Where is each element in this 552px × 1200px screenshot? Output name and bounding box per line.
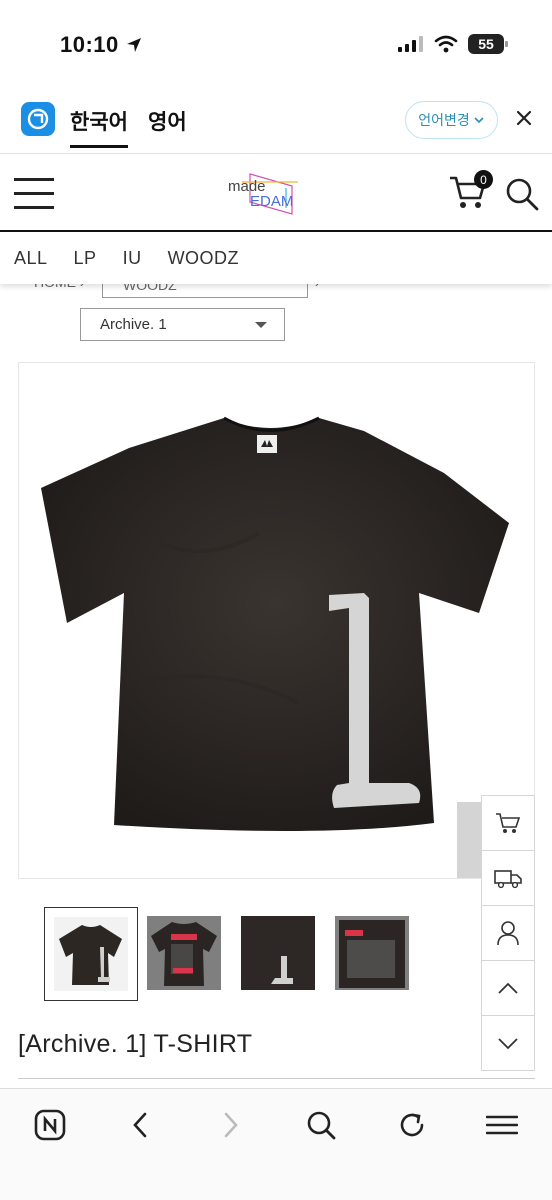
- thumbnail-4[interactable]: [326, 907, 420, 1001]
- battery-level: 55: [478, 36, 494, 52]
- change-language-button[interactable]: 언어변경: [405, 101, 498, 139]
- status-time: 10:10: [60, 32, 143, 58]
- search-icon: [307, 1111, 336, 1140]
- back-icon: [133, 1112, 147, 1138]
- chevron-down-icon: [498, 1037, 518, 1049]
- scroll-top-button[interactable]: [482, 961, 534, 1016]
- thumbnail-image: [147, 916, 221, 990]
- caret-down-icon: [255, 322, 267, 328]
- browser-search-button[interactable]: [301, 1105, 341, 1145]
- forward-icon: [224, 1112, 238, 1138]
- translate-app-icon: [21, 102, 55, 136]
- brand-logo[interactable]: made EDAM: [228, 168, 324, 218]
- category-lp[interactable]: LP: [74, 248, 97, 269]
- logo-brand: EDAM: [250, 193, 293, 210]
- change-language-label: 언어변경: [418, 112, 470, 128]
- site-header: made EDAM 0: [0, 154, 552, 232]
- thumbnail-image: [54, 917, 128, 991]
- forward-button[interactable]: [211, 1105, 251, 1145]
- scroll-bottom-button[interactable]: [482, 1016, 534, 1071]
- signal-icon: [398, 36, 423, 52]
- translate-bar: 한국어 영어 언어변경: [0, 92, 552, 154]
- tab-english[interactable]: 영어: [148, 106, 187, 136]
- quick-cart-button[interactable]: [482, 796, 534, 851]
- close-icon[interactable]: [514, 108, 534, 128]
- naver-home-icon: [34, 1109, 66, 1141]
- divider: [18, 1078, 535, 1079]
- category-iu[interactable]: IU: [123, 248, 142, 269]
- thumbnail-image: [241, 916, 315, 990]
- back-button[interactable]: [120, 1105, 160, 1145]
- browser-toolbar: [0, 1088, 552, 1200]
- category-all[interactable]: ALL: [14, 248, 48, 269]
- thumbnail-2[interactable]: [138, 907, 232, 1001]
- archive-select[interactable]: Archive. 1: [80, 308, 285, 341]
- menu-icon: [486, 1115, 518, 1135]
- archive-select-value: Archive. 1: [100, 316, 167, 333]
- delivery-truck-icon: [494, 870, 522, 889]
- browser-menu-button[interactable]: [482, 1105, 522, 1145]
- status-icons: 55: [398, 34, 508, 54]
- category-woodz[interactable]: WOODZ: [168, 248, 240, 269]
- battery-icon: 55: [468, 34, 508, 54]
- quick-account-button[interactable]: [482, 906, 534, 961]
- thumbnail-1[interactable]: [44, 907, 138, 1001]
- product-title: [Archive. 1] T-SHIRT: [18, 1030, 253, 1058]
- tab-korean[interactable]: 한국어: [70, 106, 128, 148]
- refresh-icon: [400, 1113, 424, 1137]
- category-nav: ALL LP IU WOODZ: [0, 232, 552, 284]
- thumbnail-image: [335, 916, 409, 990]
- cart-count-badge: 0: [474, 170, 493, 189]
- search-icon[interactable]: [504, 176, 540, 212]
- location-arrow-icon: [126, 38, 141, 52]
- thumbnail-3[interactable]: [232, 907, 326, 1001]
- status-bar: 10:10 55: [0, 0, 552, 90]
- chevron-down-icon: [474, 117, 484, 124]
- quick-delivery-button[interactable]: [482, 851, 534, 906]
- menu-icon[interactable]: [14, 178, 54, 210]
- cart-count: 0: [480, 172, 487, 187]
- status-time-text: 10:10: [60, 32, 119, 57]
- user-icon: [497, 921, 519, 946]
- cart-icon: [496, 813, 521, 833]
- naver-home-button[interactable]: [30, 1105, 70, 1145]
- quick-bar: [481, 795, 535, 1071]
- refresh-button[interactable]: [392, 1105, 432, 1145]
- side-quick-tab[interactable]: [457, 802, 483, 878]
- wifi-icon: [434, 35, 458, 53]
- chevron-up-icon: [498, 982, 518, 994]
